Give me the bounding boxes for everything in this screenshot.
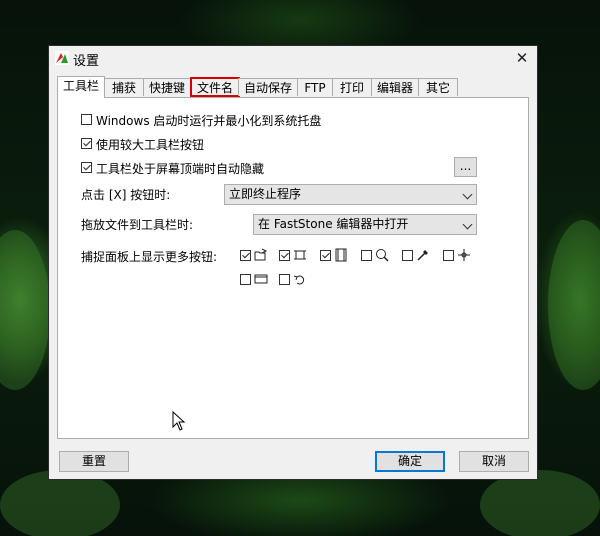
crop-region-icon [294,250,306,260]
auto-hide-label: 工具栏处于屏幕顶端时自动隐藏 [96,162,265,176]
drag-file-value: 在 FastStone 编辑器中打开 [258,217,409,231]
settings-dialog: 设置 ✕ 工具栏 捕获 快捷键 文件名 自动保存 FTP 打印 编辑器 其它 W… [48,45,538,480]
capture-button-checkbox[interactable] [240,274,251,285]
title-bar: 设置 ✕ [49,46,537,70]
open-folder-icon [254,248,268,261]
drag-file-label: 拖放文件到工具栏时: [81,218,194,232]
start-minimized-checkbox[interactable] [81,114,92,125]
tab-autosave[interactable]: 自动保存 [238,78,298,96]
tab-capture[interactable]: 捕获 [104,78,144,96]
undo-icon [293,275,305,285]
capture-button-checkbox[interactable] [361,250,372,261]
chevron-down-icon [462,189,473,200]
close-action-label: 点击 [X] 按钮时: [81,188,171,202]
mouse-cursor-icon [172,411,186,431]
tab-editor[interactable]: 编辑器 [371,78,419,96]
capture-button-checkbox[interactable] [443,250,454,261]
reset-button[interactable]: 重置 [59,451,129,472]
capture-button-checkbox[interactable] [402,250,413,261]
eyedropper-icon [417,250,428,261]
window-title: 设置 [73,54,100,69]
drag-file-select[interactable]: 在 FastStone 编辑器中打开 [253,214,477,235]
tab-toolbar[interactable]: 工具栏 [57,76,105,98]
tab-hotkeys[interactable]: 快捷键 [143,78,191,96]
app-icon [55,51,69,65]
larger-buttons-checkbox[interactable] [81,138,92,149]
auto-hide-checkbox[interactable] [81,162,92,173]
screen-capture-icon [254,274,268,284]
close-action-select[interactable]: 立即终止程序 [224,184,477,205]
magnifier-icon [376,249,389,262]
tab-ftp[interactable]: FTP [297,78,333,96]
capture-button-checkbox[interactable] [279,250,290,261]
toolbar-settings-panel: Windows 启动时运行并最小化到系统托盘 使用较大工具栏按钮 工具栏处于屏幕… [57,97,529,439]
cancel-button[interactable]: 取消 [459,451,529,472]
crosshair-icon [458,249,470,261]
close-icon[interactable]: ✕ [507,46,537,70]
film-video-icon [335,248,347,262]
start-minimized-label: Windows 启动时运行并最小化到系统托盘 [96,114,322,128]
tab-other[interactable]: 其它 [418,78,458,96]
ok-button[interactable]: 确定 [375,451,445,472]
larger-buttons-label: 使用较大工具栏按钮 [96,138,205,152]
tab-print[interactable]: 打印 [332,78,372,96]
capture-button-checkbox[interactable] [279,274,290,285]
tab-filename[interactable]: 文件名 [190,77,240,97]
close-action-value: 立即终止程序 [229,187,302,201]
more-options-button[interactable]: ... [454,157,477,177]
capture-buttons-label: 捕捉面板上显示更多按钮: [81,250,218,264]
chevron-down-icon [462,219,473,230]
capture-button-checkbox[interactable] [240,250,251,261]
capture-button-checkbox[interactable] [320,250,331,261]
